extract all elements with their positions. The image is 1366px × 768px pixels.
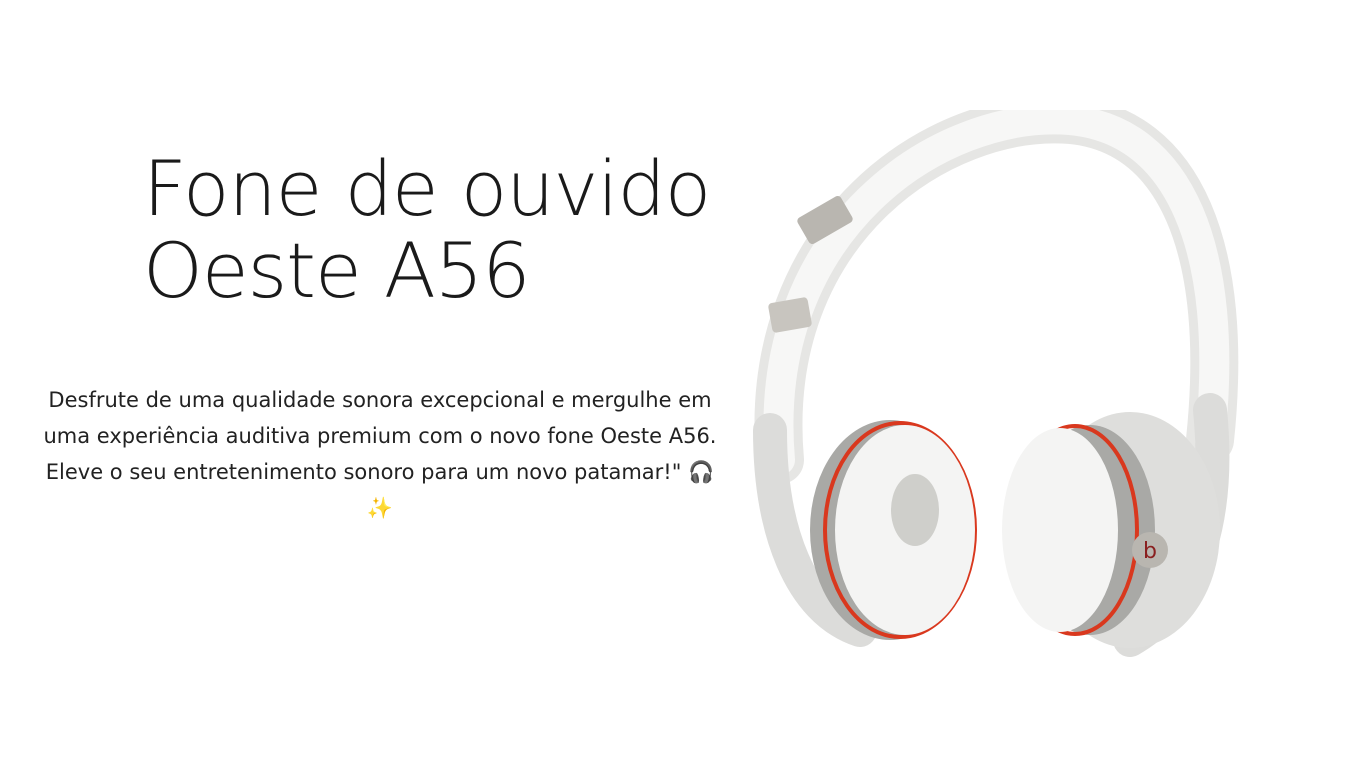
headphones-image: b xyxy=(753,110,1239,657)
title-line-2: Oeste A56 xyxy=(143,226,531,315)
product-description: Desfrute de uma qualidade sonora excepci… xyxy=(43,388,717,520)
title-line-1: Fone de ouvido xyxy=(143,144,711,233)
page-title: Fone de ouvido Oeste A56 xyxy=(143,144,711,315)
svg-text:b: b xyxy=(1143,539,1157,564)
